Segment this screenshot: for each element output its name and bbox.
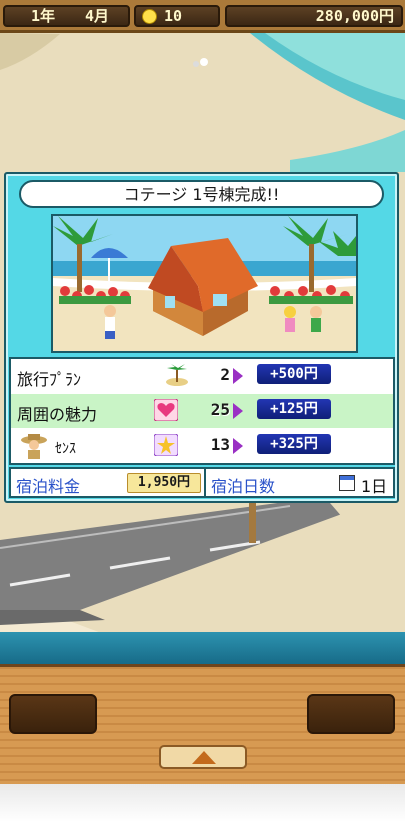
game-scene: 1年 4月 10 280,000円 コテージ 1号棟完成!! 旅行ﾌﾟﾗﾝ 2 … [0,0,405,822]
dialog-title: コテージ 1号棟完成!! [19,180,384,208]
bottom-safe-area [0,784,405,822]
lodging-fee-value: 1,950円 [127,473,201,493]
stat-gain-badge: +325円 [257,434,331,454]
ideas-display: 10 [134,5,220,27]
ideas-count: 10 [164,7,183,25]
stat-value: 2 [220,365,230,384]
lightbulb-icon [142,9,157,24]
stats-panel: 旅行ﾌﾟﾗﾝ 2 +500円 周囲の魅力 25 +125円 ｾﾝｽ 13 +32… [9,357,395,465]
heart-icon [154,399,178,421]
stat-gain-badge: +125円 [257,399,331,419]
menu-slot-left-button[interactable] [9,694,97,734]
arrow-right-icon [233,438,243,454]
stat-row-travel-plan: 旅行ﾌﾟﾗﾝ 2 +500円 [11,359,393,393]
arrow-right-icon [233,368,243,384]
cottage-illustration [51,214,358,353]
stat-gain-badge: +500円 [257,364,331,384]
stat-label: ｾﾝｽ [55,441,76,457]
lodging-days-label: 宿泊日数 [211,477,276,496]
water-strip [0,632,405,664]
star-sparkle-icon [154,434,178,456]
stat-row-sense: ｾﾝｽ 13 +325円 [11,429,393,463]
palm-island-icon [166,364,188,386]
month-label: 4月 [85,7,110,25]
explorer-character-icon [21,434,47,459]
stat-row-surrounding-appeal: 周囲の魅力 25 +125円 [11,394,393,428]
chevron-up-icon [192,751,216,764]
lodging-fee-label: 宿泊料金 [16,477,81,496]
status-bar: 1年 4月 10 280,000円 [0,0,405,33]
construction-complete-dialog[interactable]: コテージ 1号棟完成!! 旅行ﾌﾟﾗﾝ 2 +500円 周囲の魅力 25 +12… [4,172,399,503]
stat-label: 旅行ﾌﾟﾗﾝ [17,370,82,389]
date-display: 1年 4月 [3,5,130,27]
stat-value: 25 [210,400,230,419]
stat-value: 13 [210,435,230,454]
expand-menu-button[interactable] [159,745,247,769]
lodging-days-value: 1日 [361,477,388,496]
menu-slot-right-button[interactable] [307,694,395,734]
lodging-footer: 宿泊料金 1,950円 宿泊日数 1日 [9,467,395,498]
calendar-icon [339,475,355,491]
money-display: 280,000円 [225,5,403,27]
year-label: 1年 [31,7,56,25]
stat-label: 周囲の魅力 [17,405,98,424]
footer-divider [204,469,206,496]
arrow-right-icon [233,403,243,419]
